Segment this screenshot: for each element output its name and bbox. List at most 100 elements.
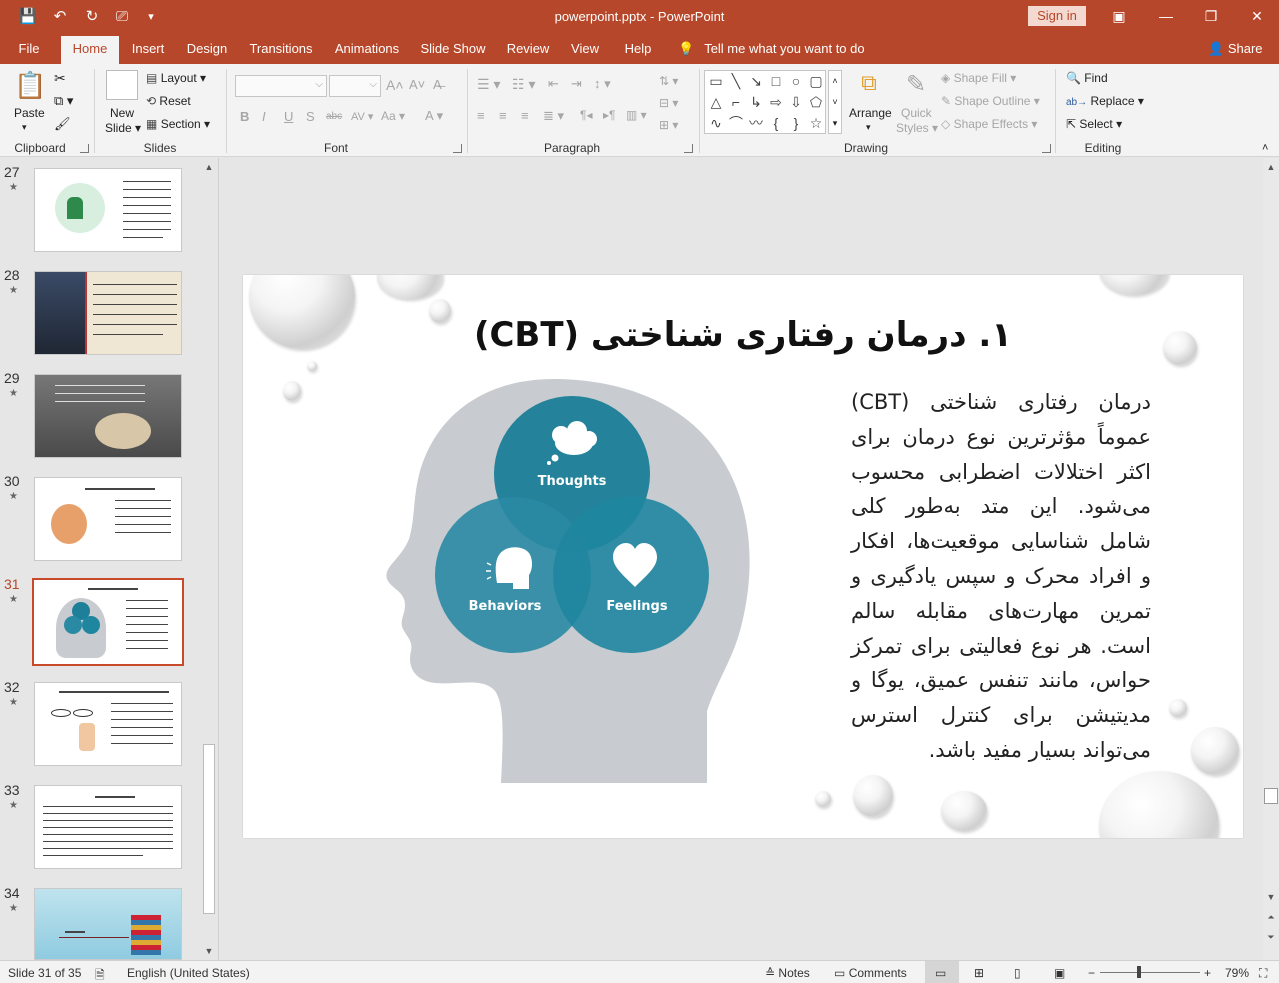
start-from-beginning-icon[interactable]: ⎚ — [112, 7, 132, 27]
undo-icon[interactable]: ↶ — [50, 7, 70, 27]
textbox-shape-icon[interactable]: ▭ — [707, 72, 725, 90]
restore-icon[interactable]: ❐ — [1191, 4, 1231, 28]
redo-icon[interactable]: ↻ — [82, 7, 102, 27]
slide-thumbnail-32[interactable] — [34, 682, 182, 766]
line-shape-icon[interactable]: ╲ — [727, 72, 745, 90]
reading-view-icon[interactable]: ▯ — [1014, 966, 1021, 980]
arrange-icon[interactable]: ⧉ — [855, 70, 883, 98]
slide-canvas[interactable]: ۱. درمان رفتاری شناختی (CBT) Thoughts Be… — [243, 275, 1243, 838]
elbow-arrow-shape-icon[interactable]: ↳ — [747, 93, 765, 111]
slide-thumbnail-30[interactable] — [34, 477, 182, 561]
zoom-out-icon[interactable]: − — [1088, 966, 1095, 980]
slide-counter[interactable]: Slide 31 of 35 — [8, 966, 81, 980]
quick-styles-button[interactable]: Quick — [901, 106, 932, 120]
tab-help[interactable]: Help — [618, 33, 658, 64]
font-launcher-icon[interactable] — [453, 144, 462, 153]
slide-thumbnail-28[interactable] — [34, 271, 182, 355]
bold-icon[interactable]: B — [240, 109, 249, 124]
tab-animations[interactable]: Animations — [330, 33, 404, 64]
right-arrow-shape-icon[interactable]: ⇨ — [767, 93, 785, 111]
underline-icon[interactable]: U — [284, 109, 293, 124]
down-arrow-shape-icon[interactable]: ⇩ — [787, 93, 805, 111]
customize-toolbar-icon[interactable]: ▾ — [141, 7, 161, 27]
zoom-slider-thumb[interactable] — [1137, 966, 1141, 978]
increase-font-icon[interactable]: A˄ — [386, 77, 404, 93]
font-name-combo[interactable]: ⌵ — [235, 75, 327, 97]
text-direction-icon[interactable]: ⇅ ▾ — [659, 74, 678, 88]
font-size-combo[interactable]: ⌵ — [329, 75, 381, 97]
bullets-icon[interactable]: ☰ ▾ — [477, 76, 500, 93]
paste-icon[interactable]: 📋 — [14, 70, 46, 102]
smartart-icon[interactable]: ⊞ ▾ — [659, 118, 678, 132]
star-shape-icon[interactable]: ☆ — [807, 114, 825, 132]
fit-to-window-icon[interactable]: ⛶ — [1259, 966, 1267, 981]
minimize-icon[interactable]: — — [1146, 4, 1186, 28]
save-icon[interactable]: 💾 — [18, 7, 38, 27]
font-color-icon[interactable]: A ▾ — [425, 108, 443, 124]
slide-thumbnail-29[interactable] — [34, 374, 182, 458]
share-button[interactable]: 👤 Share — [1208, 33, 1263, 64]
cut-icon[interactable]: ✂ — [54, 70, 66, 87]
paste-button[interactable]: Paste — [14, 106, 45, 120]
shape-fill-button[interactable]: ◈ Shape Fill ▾ — [941, 71, 1016, 85]
triangle-shape-icon[interactable]: △ — [707, 93, 725, 111]
shapes-gallery[interactable]: ▭ ╲ ↘ □ ○ ▢ △ ⌐ ↳ ⇨ ⇩ ⬠ ∿ ⌒ 〰 { } ☆ — [704, 70, 826, 134]
section-button[interactable]: ▦ Section ▾ — [146, 117, 210, 131]
slide-sorter-icon[interactable]: ⊞ — [974, 966, 984, 980]
decrease-font-icon[interactable]: A˅ — [409, 77, 425, 92]
slide-show-icon[interactable]: ▣ — [1054, 966, 1065, 980]
justify-icon[interactable]: ≣ ▾ — [543, 108, 564, 124]
new-slide-button-line2[interactable]: Slide ▾ — [105, 121, 141, 135]
slide-scrollbar[interactable]: ▲ ▼ ⏶ ⏷ — [1263, 158, 1279, 960]
replace-button[interactable]: ab→ Replace ▾ — [1066, 94, 1144, 108]
quick-styles-icon[interactable]: ✎ — [901, 70, 931, 100]
freeform-shape-icon[interactable]: ⬠ — [807, 93, 825, 111]
right-brace-shape-icon[interactable]: } — [787, 114, 805, 132]
scribble-shape-icon[interactable]: 〰 — [747, 114, 765, 132]
decrease-indent-icon[interactable]: ⇤ — [548, 76, 559, 92]
spell-check-icon[interactable]: 🗎 — [95, 966, 105, 983]
shape-outline-button[interactable]: ✎ Shape Outline ▾ — [941, 94, 1040, 108]
copy-icon[interactable]: ⧉ ▾ — [54, 93, 73, 109]
drawing-launcher-icon[interactable] — [1042, 144, 1051, 153]
columns-icon[interactable]: ▥ ▾ — [626, 108, 647, 122]
center-icon[interactable]: ≡ — [499, 108, 507, 123]
scrollbar-thumb[interactable] — [1264, 788, 1278, 804]
scrollbar-thumb[interactable] — [203, 744, 215, 914]
format-painter-icon[interactable]: 🖌 — [54, 116, 71, 132]
paste-dropdown-icon[interactable]: ▾ — [22, 122, 27, 133]
ribbon-display-options-icon[interactable]: ▣ — [1099, 4, 1139, 28]
shapes-gallery-scroll[interactable]: ˄ ˅ ▾ — [828, 70, 842, 134]
tab-transitions[interactable]: Transitions — [246, 33, 316, 64]
layout-button[interactable]: ▤ Layout ▾ — [146, 71, 206, 85]
paragraph-launcher-icon[interactable] — [684, 144, 693, 153]
close-icon[interactable]: ✕ — [1237, 4, 1277, 28]
shadow-icon[interactable]: S — [306, 109, 315, 124]
find-button[interactable]: 🔍 Find — [1066, 71, 1108, 85]
quick-styles-button-line2[interactable]: Styles ▾ — [896, 121, 938, 135]
zoom-in-icon[interactable]: + — [1204, 966, 1211, 980]
oval-shape-icon[interactable]: ○ — [787, 72, 805, 90]
next-slide-icon[interactable]: ⏷ — [1264, 930, 1278, 944]
notes-button[interactable]: ≙ Notes — [765, 966, 810, 980]
arc-shape-icon[interactable]: ⌒ — [727, 114, 745, 132]
scroll-up-icon[interactable]: ▲ — [1264, 160, 1278, 174]
strikethrough-icon[interactable]: abc — [326, 111, 342, 122]
slide-thumbnail-34[interactable] — [34, 888, 182, 960]
align-text-icon[interactable]: ⊟ ▾ — [659, 96, 678, 110]
tab-view[interactable]: View — [566, 33, 604, 64]
rtl-icon[interactable]: ¶◂ — [580, 108, 592, 122]
scroll-up-icon[interactable]: ▲ — [202, 160, 216, 174]
slide-title[interactable]: ۱. درمان رفتاری شناختی (CBT) — [243, 315, 1243, 355]
tab-home[interactable]: Home — [61, 36, 119, 64]
align-right-icon[interactable]: ≡ — [521, 108, 529, 123]
align-left-icon[interactable]: ≡ — [477, 108, 485, 123]
clear-formatting-icon[interactable]: A̶ — [433, 77, 442, 92]
thumbnail-scrollbar[interactable]: ▲ ▼ — [201, 158, 217, 958]
numbering-icon[interactable]: ☷ ▾ — [512, 76, 535, 93]
slide-thumbnail-33[interactable] — [34, 785, 182, 869]
line-spacing-icon[interactable]: ↕ ▾ — [594, 76, 611, 92]
arrange-button[interactable]: Arrange — [849, 106, 892, 120]
tab-slide-show[interactable]: Slide Show — [418, 33, 488, 64]
zoom-slider[interactable] — [1100, 972, 1200, 973]
